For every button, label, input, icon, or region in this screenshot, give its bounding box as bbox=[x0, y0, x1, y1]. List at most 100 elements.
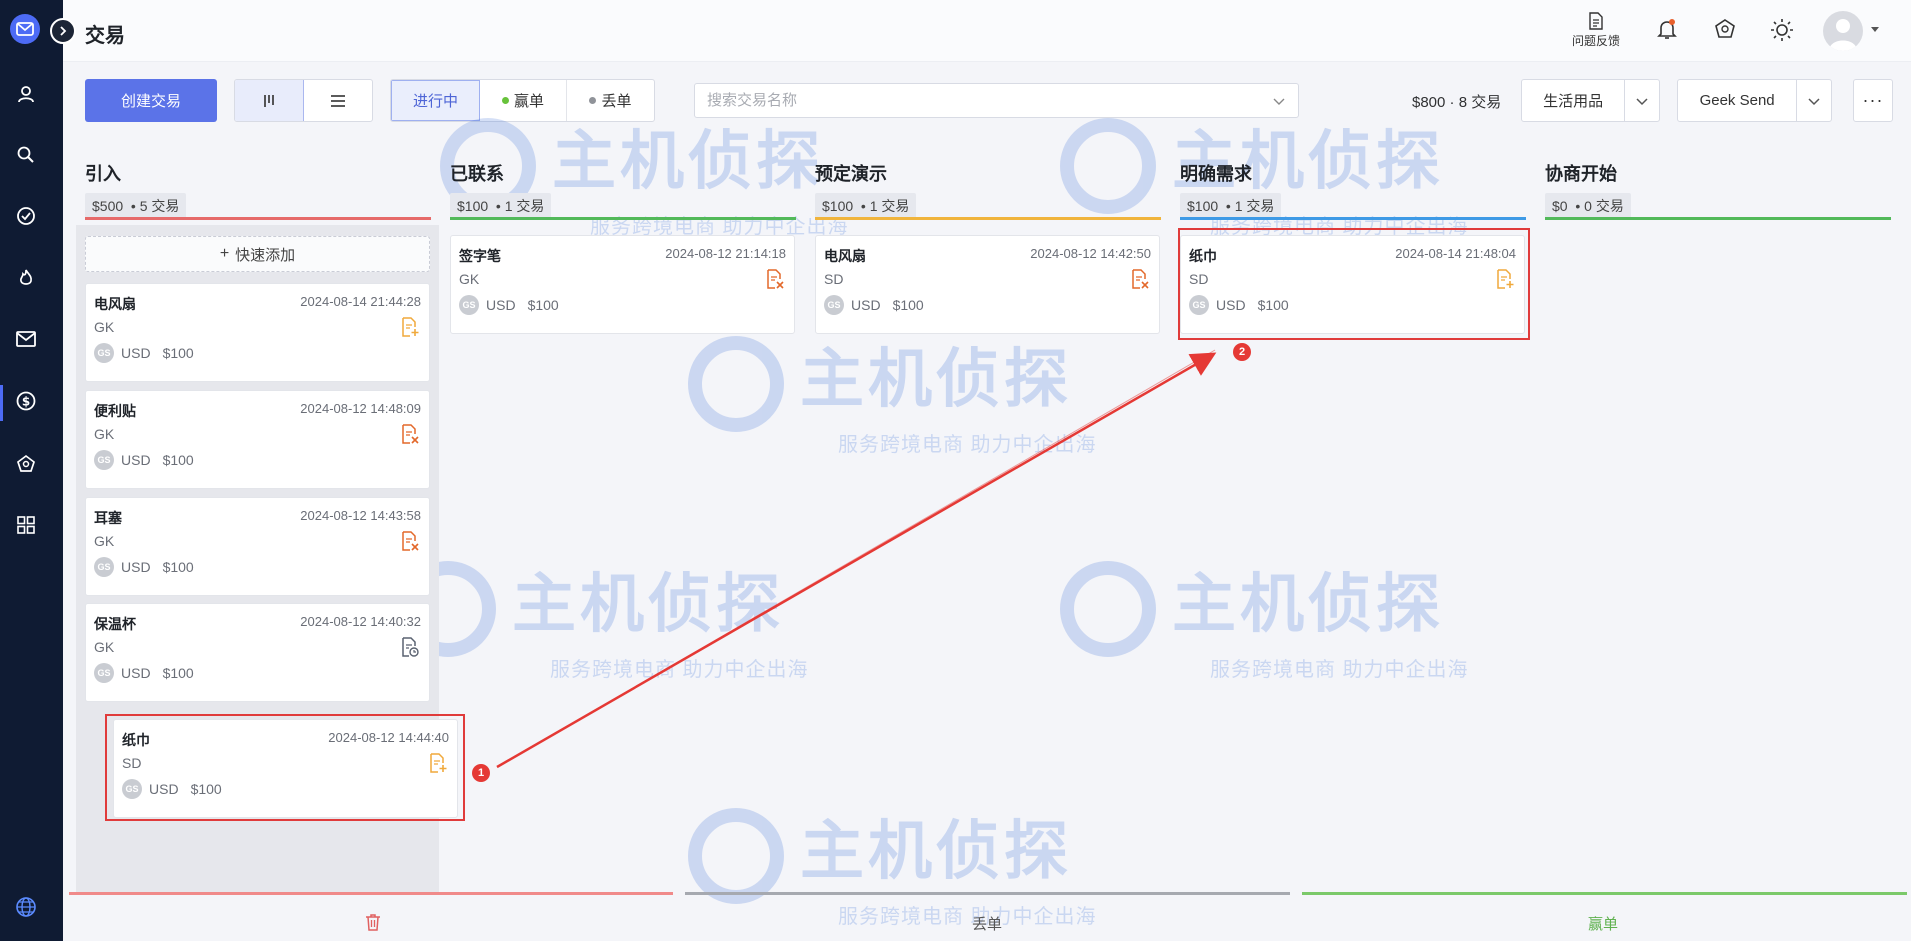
deal-search-input[interactable] bbox=[695, 84, 1298, 117]
column-stats: $100 • 1 交易 bbox=[1180, 193, 1282, 219]
feedback-button[interactable]: 问题反馈 bbox=[1572, 12, 1620, 49]
chevron-down-icon[interactable] bbox=[1272, 94, 1286, 111]
kanban-icon bbox=[264, 94, 274, 107]
list-icon bbox=[331, 94, 345, 107]
deal-currency: USD bbox=[1216, 297, 1246, 313]
deal-amount: $100 bbox=[162, 452, 194, 468]
owner-avatar: GS bbox=[94, 450, 114, 470]
deal-amount-row: GS USD $100 bbox=[459, 295, 559, 315]
file-remove-icon[interactable] bbox=[1131, 269, 1149, 292]
delete-zone-divider bbox=[69, 892, 673, 895]
deal-card[interactable]: 保温杯 2024-08-12 14:40:32 GK GS USD $100 bbox=[85, 603, 430, 702]
deal-card-dragging[interactable]: 纸巾 2024-08-12 14:44:40 SD GS USD $100 bbox=[113, 719, 458, 818]
deal-currency: USD bbox=[121, 559, 151, 575]
document-icon bbox=[1589, 12, 1603, 30]
deal-date: 2024-08-12 14:42:50 bbox=[1030, 246, 1151, 261]
tab-lost-label: 丢单 bbox=[601, 93, 632, 110]
deal-amount-row: GS USD $100 bbox=[94, 343, 194, 363]
user-icon[interactable] bbox=[14, 82, 38, 106]
file-remove-icon[interactable] bbox=[401, 531, 419, 554]
apps-grid-icon[interactable] bbox=[14, 513, 38, 537]
file-remove-icon[interactable] bbox=[401, 424, 419, 447]
column-stats: $100 • 1 交易 bbox=[815, 193, 917, 219]
fire-icon[interactable] bbox=[14, 266, 38, 290]
delete-zone[interactable] bbox=[365, 913, 381, 934]
file-add-icon[interactable] bbox=[401, 317, 419, 340]
column-divider bbox=[85, 217, 431, 220]
plus-icon: + bbox=[219, 245, 230, 262]
tab-in-progress[interactable]: 进行中 bbox=[391, 80, 480, 121]
deal-card[interactable]: 便利贴 2024-08-12 14:48:09 GK GS USD $100 bbox=[85, 390, 430, 489]
file-add-icon[interactable] bbox=[1496, 269, 1514, 292]
user-avatar[interactable] bbox=[1823, 11, 1863, 51]
theme-sun-icon[interactable] bbox=[1770, 18, 1794, 42]
deal-date: 2024-08-12 21:14:18 bbox=[665, 246, 786, 261]
owner-avatar: GS bbox=[459, 295, 479, 315]
file-clock-icon[interactable] bbox=[401, 637, 419, 660]
tab-lost[interactable]: 丢单 bbox=[567, 80, 654, 121]
deal-date: 2024-08-14 21:44:28 bbox=[300, 294, 421, 309]
deal-card[interactable]: 电风扇 2024-08-12 14:42:50 SD GS USD $100 bbox=[815, 235, 1160, 334]
bell-icon[interactable] bbox=[1657, 18, 1677, 40]
owner-avatar: GS bbox=[94, 557, 114, 577]
column-stats: $0 • 0 交易 bbox=[1545, 193, 1631, 219]
tab-in-progress-label: 进行中 bbox=[412, 93, 458, 110]
deal-currency: USD bbox=[149, 781, 179, 797]
file-add-icon[interactable] bbox=[429, 753, 447, 776]
deal-card[interactable]: 耳塞 2024-08-12 14:43:58 GK GS USD $100 bbox=[85, 497, 430, 596]
mail-logo-icon[interactable] bbox=[10, 14, 40, 44]
dashboard-icon[interactable] bbox=[14, 452, 38, 476]
chevron-down-icon[interactable] bbox=[1625, 80, 1659, 121]
create-deal-button[interactable]: 创建交易 bbox=[85, 79, 217, 122]
watermark: 主机侦探 服务跨境电商 助力中企出海 bbox=[688, 800, 1128, 930]
deal-amount-row: GS USD $100 bbox=[122, 779, 222, 799]
watermark: 主机侦探 服务跨境电商 助力中企出海 bbox=[1060, 553, 1500, 683]
step-marker-1: 1 bbox=[472, 764, 490, 782]
column-header-contacted: 已联系 $100 • 1 交易 bbox=[450, 160, 552, 219]
deal-amount-row: GS USD $100 bbox=[94, 450, 194, 470]
active-indicator bbox=[0, 385, 3, 421]
deal-card[interactable]: 签字笔 2024-08-12 21:14:18 GK GS USD $100 bbox=[450, 235, 795, 334]
file-remove-icon[interactable] bbox=[766, 269, 784, 292]
more-options-button[interactable]: ··· bbox=[1853, 79, 1893, 122]
category-select[interactable]: 生活用品 bbox=[1521, 79, 1660, 122]
deal-owner: SD bbox=[1189, 271, 1209, 287]
dollar-icon[interactable]: $ bbox=[14, 389, 38, 413]
avatar-dropdown-caret-icon[interactable] bbox=[1871, 27, 1879, 32]
deal-currency: USD bbox=[121, 452, 151, 468]
mail-icon[interactable] bbox=[14, 327, 38, 351]
account-select[interactable]: Geek Send bbox=[1677, 79, 1832, 122]
deal-amount-row: GS USD $100 bbox=[824, 295, 924, 315]
deal-name: 保温杯 bbox=[94, 616, 136, 632]
deal-owner: GK bbox=[94, 533, 115, 549]
list-view-button[interactable] bbox=[304, 80, 372, 121]
deal-amount: $100 bbox=[162, 559, 194, 575]
deal-owner: GK bbox=[459, 271, 480, 287]
deal-name: 便利贴 bbox=[94, 403, 136, 419]
search-icon[interactable] bbox=[14, 143, 38, 167]
lost-dot-icon bbox=[589, 97, 597, 104]
column-header-negotiation: 协商开始 $0 • 0 交易 bbox=[1545, 160, 1631, 219]
tab-won[interactable]: 赢单 bbox=[480, 80, 567, 121]
deal-card[interactable]: 电风扇 2024-08-14 21:44:28 GK GS USD $100 bbox=[85, 283, 430, 382]
deal-date: 2024-08-12 14:44:40 bbox=[328, 730, 449, 745]
chevron-down-icon[interactable] bbox=[1797, 80, 1831, 121]
won-zone-label[interactable]: 赢单 bbox=[1588, 913, 1618, 934]
watermark: 主机侦探 服务跨境电商 助力中企出海 bbox=[400, 553, 840, 683]
category-select-value: 生活用品 bbox=[1522, 80, 1626, 121]
kanban-view-button[interactable] bbox=[235, 80, 304, 121]
deal-amount-row: GS USD $100 bbox=[94, 557, 194, 577]
quick-add-button[interactable]: + 快速添加 bbox=[85, 236, 430, 272]
svg-text:$: $ bbox=[22, 395, 30, 409]
column-title: 协商开始 bbox=[1545, 164, 1617, 184]
check-circle-icon[interactable] bbox=[14, 204, 38, 228]
sidebar-expand-button[interactable] bbox=[50, 18, 76, 44]
deal-amount: $100 bbox=[190, 781, 222, 797]
globe-icon[interactable] bbox=[14, 895, 38, 919]
deal-card[interactable]: 纸巾 2024-08-14 21:48:04 SD GS USD $100 bbox=[1180, 235, 1525, 334]
pentagon-icon[interactable] bbox=[1714, 19, 1736, 39]
deals-summary: $800 · 8 交易 bbox=[1412, 94, 1502, 111]
deal-name: 电风扇 bbox=[94, 296, 136, 312]
lost-zone-label[interactable]: 丢单 bbox=[972, 913, 1002, 934]
column-title: 预定演示 bbox=[815, 164, 887, 184]
